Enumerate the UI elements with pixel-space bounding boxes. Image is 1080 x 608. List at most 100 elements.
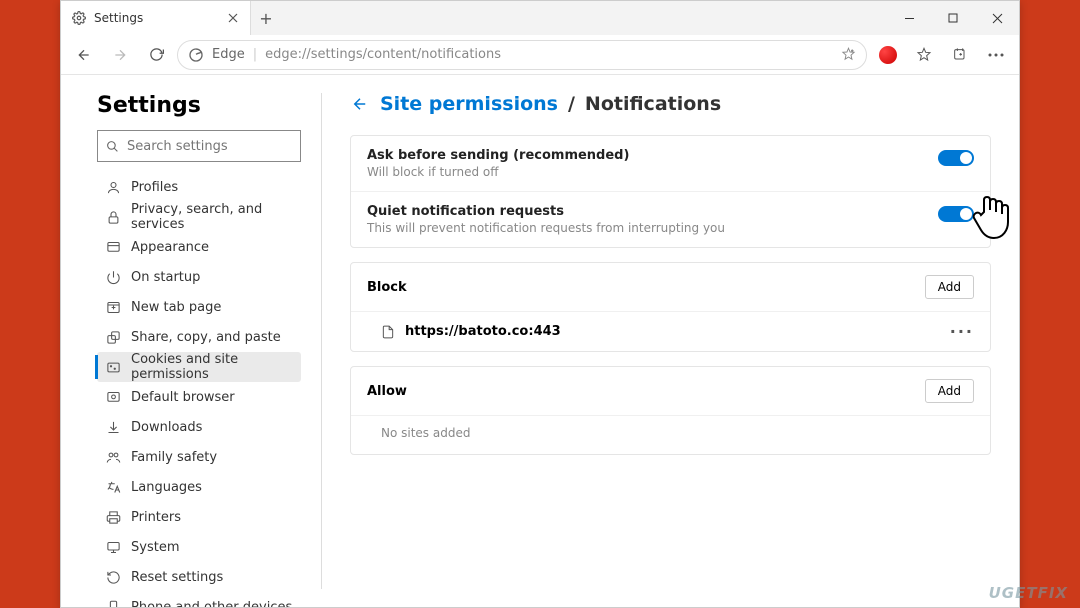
breadcrumb-parent[interactable]: Site permissions xyxy=(380,93,558,115)
watermark: UGETFIX xyxy=(989,584,1068,602)
profile-icon xyxy=(105,179,121,195)
back-button[interactable] xyxy=(69,40,99,70)
sidebar-item-privacy[interactable]: Privacy, search, and services xyxy=(97,202,301,232)
search-settings-box[interactable] xyxy=(97,130,301,162)
breadcrumb-back-button[interactable] xyxy=(350,94,370,114)
quiet-requests-row: Quiet notification requests This will pr… xyxy=(351,191,990,247)
sidebar-item-label: Printers xyxy=(131,510,181,525)
sidebar-item-label: On startup xyxy=(131,270,200,285)
block-section-header: Block Add xyxy=(351,263,990,311)
ask-toggle[interactable] xyxy=(938,150,974,166)
address-bar[interactable]: Edge | edge://settings/content/notificat… xyxy=(177,40,867,70)
minimize-button[interactable] xyxy=(887,1,931,35)
gear-icon xyxy=(71,11,86,26)
sidebar-item-family[interactable]: Family safety xyxy=(97,442,301,472)
setting-description: This will prevent notification requests … xyxy=(367,221,974,235)
maximize-button[interactable] xyxy=(931,1,975,35)
sidebar-item-label: New tab page xyxy=(131,300,221,315)
setting-description: Will block if turned off xyxy=(367,165,974,179)
star-add-icon[interactable] xyxy=(841,47,856,62)
close-icon[interactable] xyxy=(226,11,240,25)
system-icon xyxy=(105,539,121,555)
close-window-button[interactable] xyxy=(975,1,1019,35)
setting-title: Ask before sending (recommended) xyxy=(367,148,974,163)
language-icon xyxy=(105,479,121,495)
sidebar-item-label: Cookies and site permissions xyxy=(131,352,293,382)
lock-icon xyxy=(105,209,121,225)
download-icon xyxy=(105,419,121,435)
sidebar-item-reset[interactable]: Reset settings xyxy=(97,562,301,592)
allow-add-button[interactable]: Add xyxy=(925,379,974,403)
sidebar-item-downloads[interactable]: Downloads xyxy=(97,412,301,442)
sidebar-item-label: Reset settings xyxy=(131,570,223,585)
allow-empty-text: No sites added xyxy=(351,415,990,454)
printer-icon xyxy=(105,509,121,525)
refresh-button[interactable] xyxy=(141,40,171,70)
sidebar-item-label: Profiles xyxy=(131,180,178,195)
forward-button[interactable] xyxy=(105,40,135,70)
block-add-button[interactable]: Add xyxy=(925,275,974,299)
sidebar-item-printers[interactable]: Printers xyxy=(97,502,301,532)
share-icon xyxy=(105,329,121,345)
allow-section-header: Allow Add xyxy=(351,367,990,415)
sidebar-item-startup[interactable]: On startup xyxy=(97,262,301,292)
block-card: Block Add https://batoto.co:443 ··· xyxy=(350,262,991,352)
power-icon xyxy=(105,269,121,285)
browser-tab[interactable]: Settings xyxy=(61,1,251,35)
sidebar-item-newtab[interactable]: New tab page xyxy=(97,292,301,322)
more-button[interactable] xyxy=(981,40,1011,70)
sidebar-item-label: Share, copy, and paste xyxy=(131,330,281,345)
sidebar-item-label: Languages xyxy=(131,480,202,495)
blocked-site-row: https://batoto.co:443 ··· xyxy=(351,311,990,351)
allow-title: Allow xyxy=(367,384,407,399)
sidebar-item-label: Default browser xyxy=(131,390,235,405)
document-icon xyxy=(381,325,395,339)
quiet-toggle[interactable] xyxy=(938,206,974,222)
toggle-card: Ask before sending (recommended) Will bl… xyxy=(350,135,991,248)
titlebar: Settings + xyxy=(61,1,1019,35)
address-label: Edge xyxy=(212,47,245,62)
browser-icon xyxy=(105,389,121,405)
newtab-icon xyxy=(105,299,121,315)
allow-card: Allow Add No sites added xyxy=(350,366,991,455)
breadcrumb-current: Notifications xyxy=(585,93,721,115)
search-icon xyxy=(106,140,119,153)
sidebar-item-label: System xyxy=(131,540,179,555)
ask-before-sending-row: Ask before sending (recommended) Will bl… xyxy=(351,136,990,191)
blocked-site-url: https://batoto.co:443 xyxy=(405,324,940,339)
appearance-icon xyxy=(105,239,121,255)
sidebar-item-label: Downloads xyxy=(131,420,202,435)
sidebar-item-label: Family safety xyxy=(131,450,217,465)
sidebar-item-label: Phone and other devices xyxy=(131,600,292,608)
sidebar-item-languages[interactable]: Languages xyxy=(97,472,301,502)
phone-icon xyxy=(105,599,121,607)
address-url: edge://settings/content/notifications xyxy=(265,47,833,62)
opera-extension-icon[interactable] xyxy=(873,40,903,70)
breadcrumb: Site permissions / Notifications xyxy=(350,93,991,115)
cookie-icon xyxy=(105,359,121,375)
collections-button[interactable] xyxy=(945,40,975,70)
favorites-button[interactable] xyxy=(909,40,939,70)
sidebar-item-phone[interactable]: Phone and other devices xyxy=(97,592,301,607)
reset-icon xyxy=(105,569,121,585)
site-more-button[interactable]: ··· xyxy=(950,322,974,341)
browser-toolbar: Edge | edge://settings/content/notificat… xyxy=(61,35,1019,75)
family-icon xyxy=(105,449,121,465)
edge-icon xyxy=(188,47,204,63)
search-input[interactable] xyxy=(127,139,297,154)
sidebar-item-label: Privacy, search, and services xyxy=(131,202,293,232)
sidebar-item-default-browser[interactable]: Default browser xyxy=(97,382,301,412)
sidebar-item-appearance[interactable]: Appearance xyxy=(97,232,301,262)
sidebar-item-cookies[interactable]: Cookies and site permissions xyxy=(97,352,301,382)
sidebar-item-share[interactable]: Share, copy, and paste xyxy=(97,322,301,352)
sidebar-item-profiles[interactable]: Profiles xyxy=(97,172,301,202)
main-panel: Site permissions / Notifications Ask bef… xyxy=(322,75,1019,607)
sidebar-item-label: Appearance xyxy=(131,240,209,255)
sidebar-title: Settings xyxy=(97,93,301,118)
sidebar-item-system[interactable]: System xyxy=(97,532,301,562)
new-tab-button[interactable]: + xyxy=(251,1,281,35)
block-title: Block xyxy=(367,280,407,295)
page-content: Settings Profiles Privacy, search, and s… xyxy=(61,75,1019,607)
setting-title: Quiet notification requests xyxy=(367,204,974,219)
browser-window: Settings + Edge | edge://settings/conten… xyxy=(60,0,1020,608)
